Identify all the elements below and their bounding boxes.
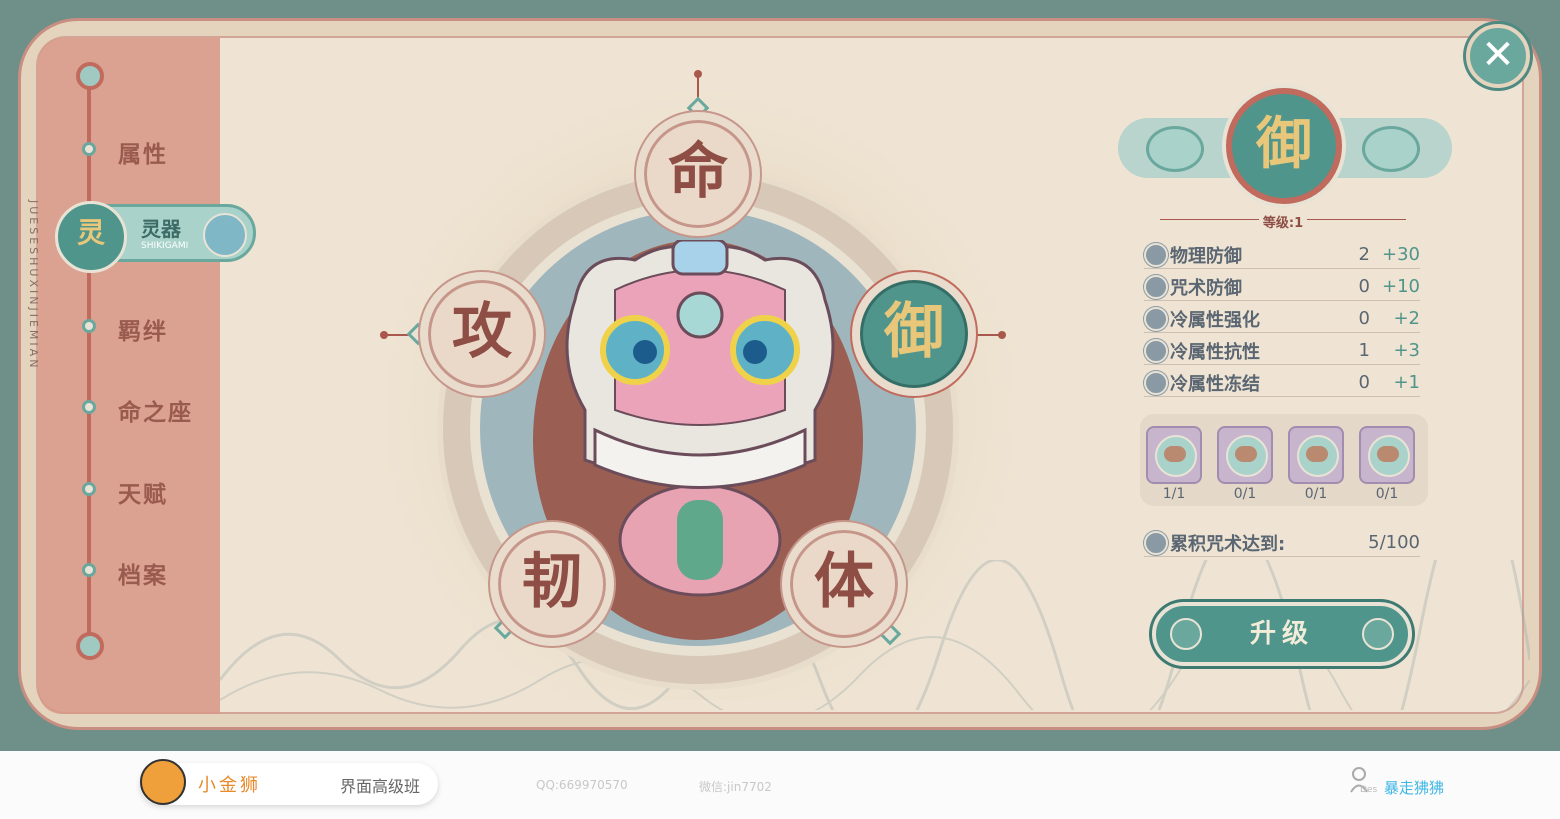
stat-row: 物理防御 2 +30 [1144, 240, 1420, 269]
spirit-thumbnail [203, 213, 247, 257]
sidebar-item-spirit-artifact[interactable]: 灵 灵器 SHIKIGAMI [55, 201, 256, 273]
wheel-orb-body[interactable]: 体 [782, 522, 906, 646]
stat-value: 0 [1358, 308, 1370, 329]
stat-row: 咒术防御 0 +10 [1144, 272, 1420, 301]
material-slot[interactable] [1146, 426, 1202, 484]
wechat-contact: 微信:jin7702 [699, 780, 772, 794]
sidebar-item-sub: SHIKIGAMI [141, 241, 189, 251]
user-sub-label: Des [1360, 785, 1378, 795]
stat-bonus: +1 [1393, 372, 1420, 393]
slot-count: 0/1 [1233, 486, 1257, 502]
material-slot[interactable] [1217, 426, 1273, 484]
sidebar-item-label: 灵器 [141, 217, 181, 241]
wheel-orb-attack[interactable]: 攻 [420, 272, 544, 396]
stat-value: 2 [1358, 244, 1370, 265]
rail-node-icon [82, 482, 96, 496]
rail-node-icon [82, 142, 96, 156]
material-item-icon [1164, 446, 1186, 462]
stat-value: 1 [1358, 340, 1370, 361]
stat-name: 冷属性抗性 [1170, 342, 1260, 363]
sidebar-vertical-text: JUESESHUXINJIEMIAN [27, 200, 40, 371]
stat-name: 冷属性强化 [1170, 310, 1260, 331]
rail-bottom-ornament [76, 632, 104, 660]
stat-row: 冷属性强化 0 +2 [1144, 304, 1420, 333]
material-slot[interactable] [1359, 426, 1415, 484]
slot-count: 0/1 [1375, 486, 1399, 502]
qq-contact: QQ:669970570 [536, 778, 628, 792]
stat-name: 冷属性冻结 [1170, 374, 1260, 395]
material-item-icon [1235, 446, 1257, 462]
material-slots: 1/1 0/1 0/1 0/1 [1140, 414, 1428, 506]
resist-stat-icon [1144, 339, 1168, 363]
material-item-icon [1377, 446, 1399, 462]
ling-badge-char: 灵 [76, 216, 105, 249]
slot-count: 0/1 [1304, 486, 1328, 502]
rail-top-ornament [76, 62, 104, 90]
freeze-stat-icon [1144, 371, 1168, 395]
stat-row: 冷属性抗性 1 +3 [1144, 336, 1420, 365]
rail-node-icon [82, 563, 96, 577]
defense-emblem: 御 [1226, 88, 1342, 204]
stat-value: 0 [1358, 276, 1370, 297]
rail-node-icon [82, 400, 96, 414]
enhance-stat-icon [1144, 307, 1168, 331]
level-text: 等级:1 [1258, 216, 1308, 231]
stat-bonus: +3 [1393, 340, 1420, 361]
material-slot[interactable] [1288, 426, 1344, 484]
right-ornament-icon [1362, 126, 1420, 172]
level-label: 等级:1 [1160, 212, 1406, 231]
brand-name: 小金狮 [198, 775, 261, 796]
stat-value: 0 [1358, 372, 1370, 393]
stat-bonus: +10 [1382, 276, 1420, 297]
left-ornament-icon [1146, 126, 1204, 172]
stat-name: 物理防御 [1170, 246, 1242, 267]
sidebar-item-talent[interactable]: 天赋 [118, 475, 168, 509]
slot-count: 1/1 [1162, 486, 1186, 502]
physics-stat-icon [1144, 243, 1168, 267]
sidebar-item-archive[interactable]: 档案 [118, 556, 168, 590]
curse-stat-icon [1144, 275, 1168, 299]
accumulate-label: 累积咒术达到: [1170, 534, 1286, 555]
upgrade-label: 升级 [1249, 619, 1314, 649]
course-name: 界面高级班 [340, 777, 421, 796]
wheel-orb-defense[interactable]: 御 [852, 272, 976, 396]
stat-row: 冷属性冻结 0 +1 [1144, 368, 1420, 397]
rail-node-icon [82, 319, 96, 333]
sidebar-item-bonds[interactable]: 羁绊 [118, 312, 168, 346]
author-name[interactable]: 暴走狒狒 [1384, 777, 1444, 798]
stat-bonus: +30 [1382, 244, 1420, 265]
lion-logo-icon [140, 759, 186, 805]
close-button[interactable]: ✕ [1466, 24, 1530, 88]
accumulate-value: 5/100 [1368, 532, 1420, 553]
stat-name: 咒术防御 [1170, 278, 1242, 299]
curse-stat-icon [1144, 531, 1168, 555]
wheel-orb-toughness[interactable]: 韧 [490, 522, 614, 646]
sidebar-item-constellation[interactable]: 命之座 [118, 393, 193, 427]
wheel-orb-life[interactable]: 命 [636, 112, 760, 236]
ling-badge-icon: 灵 [55, 201, 127, 273]
accumulate-row: 累积咒术达到: 5/100 [1144, 528, 1420, 557]
coin-ornament-icon [1170, 618, 1202, 650]
material-item-icon [1306, 446, 1328, 462]
footer-bar: 小金狮 界面高级班 QQ:669970570 微信:jin7702 Des 暴走… [0, 751, 1560, 819]
upgrade-button[interactable]: 升级 [1152, 602, 1412, 666]
stat-bonus: +2 [1393, 308, 1420, 329]
sidebar-item-attributes[interactable]: 属性 [118, 135, 168, 169]
coin-ornament-icon [1362, 618, 1394, 650]
